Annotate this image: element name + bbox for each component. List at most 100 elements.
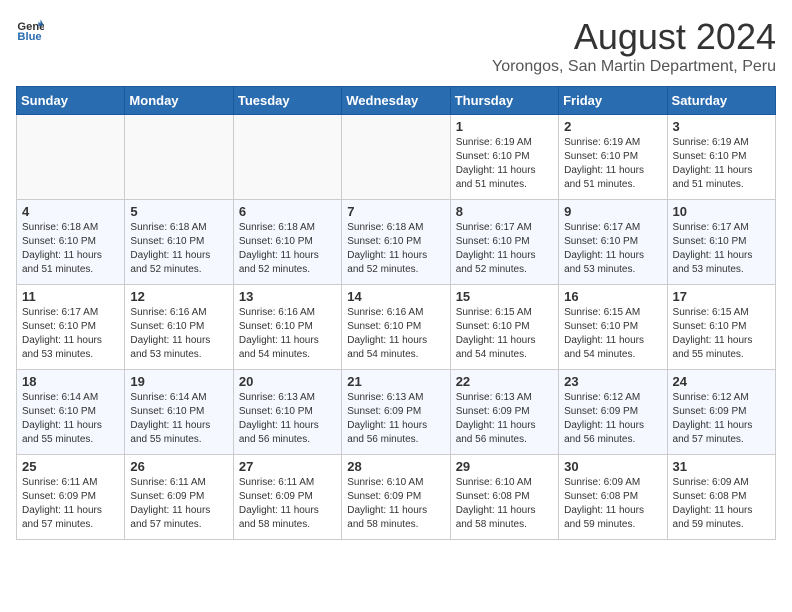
calendar-cell: 15 Sunrise: 6:15 AM Sunset: 6:10 PM Dayli… [450, 285, 558, 370]
day-header-monday: Monday [125, 87, 233, 115]
day-info: Sunrise: 6:11 AM Sunset: 6:09 PM Dayligh… [239, 476, 336, 532]
calendar-cell [125, 115, 233, 200]
day-number: 19 [130, 374, 227, 389]
day-info: Sunrise: 6:13 AM Sunset: 6:09 PM Dayligh… [456, 391, 553, 447]
day-number: 28 [347, 459, 444, 474]
day-info: Sunrise: 6:14 AM Sunset: 6:10 PM Dayligh… [130, 391, 227, 447]
day-number: 25 [22, 459, 119, 474]
day-info: Sunrise: 6:12 AM Sunset: 6:09 PM Dayligh… [673, 391, 770, 447]
day-number: 24 [673, 374, 770, 389]
day-number: 13 [239, 289, 336, 304]
calendar-cell: 25 Sunrise: 6:11 AM Sunset: 6:09 PM Dayli… [17, 455, 125, 540]
day-info: Sunrise: 6:16 AM Sunset: 6:10 PM Dayligh… [239, 306, 336, 362]
calendar-cell: 9 Sunrise: 6:17 AM Sunset: 6:10 PM Daylig… [559, 200, 667, 285]
calendar-week-1: 1 Sunrise: 6:19 AM Sunset: 6:10 PM Daylig… [17, 115, 776, 200]
day-info: Sunrise: 6:13 AM Sunset: 6:10 PM Dayligh… [239, 391, 336, 447]
header-row: SundayMondayTuesdayWednesdayThursdayFrid… [17, 87, 776, 115]
calendar-cell: 24 Sunrise: 6:12 AM Sunset: 6:09 PM Dayli… [667, 370, 775, 455]
day-header-friday: Friday [559, 87, 667, 115]
day-number: 21 [347, 374, 444, 389]
day-info: Sunrise: 6:19 AM Sunset: 6:10 PM Dayligh… [673, 136, 770, 192]
calendar-cell: 16 Sunrise: 6:15 AM Sunset: 6:10 PM Dayli… [559, 285, 667, 370]
day-info: Sunrise: 6:18 AM Sunset: 6:10 PM Dayligh… [22, 221, 119, 277]
day-number: 22 [456, 374, 553, 389]
day-info: Sunrise: 6:15 AM Sunset: 6:10 PM Dayligh… [673, 306, 770, 362]
day-number: 7 [347, 204, 444, 219]
day-number: 12 [130, 289, 227, 304]
calendar-header: SundayMondayTuesdayWednesdayThursdayFrid… [17, 87, 776, 115]
calendar-cell [233, 115, 341, 200]
day-info: Sunrise: 6:15 AM Sunset: 6:10 PM Dayligh… [456, 306, 553, 362]
day-number: 6 [239, 204, 336, 219]
calendar-cell: 11 Sunrise: 6:17 AM Sunset: 6:10 PM Dayli… [17, 285, 125, 370]
day-info: Sunrise: 6:14 AM Sunset: 6:10 PM Dayligh… [22, 391, 119, 447]
day-number: 8 [456, 204, 553, 219]
day-info: Sunrise: 6:16 AM Sunset: 6:10 PM Dayligh… [130, 306, 227, 362]
day-number: 30 [564, 459, 661, 474]
calendar-cell: 6 Sunrise: 6:18 AM Sunset: 6:10 PM Daylig… [233, 200, 341, 285]
calendar-cell: 21Sunrise: 6:13 AM Sunset: 6:09 PM Dayli… [342, 370, 450, 455]
day-number: 18 [22, 374, 119, 389]
day-number: 20 [239, 374, 336, 389]
calendar-cell: 2Sunrise: 6:19 AM Sunset: 6:10 PM Daylig… [559, 115, 667, 200]
day-info: Sunrise: 6:09 AM Sunset: 6:08 PM Dayligh… [564, 476, 661, 532]
calendar-cell: 10Sunrise: 6:17 AM Sunset: 6:10 PM Dayli… [667, 200, 775, 285]
day-number: 9 [564, 204, 661, 219]
day-info: Sunrise: 6:11 AM Sunset: 6:09 PM Dayligh… [22, 476, 119, 532]
day-number: 26 [130, 459, 227, 474]
calendar-cell: 20 Sunrise: 6:13 AM Sunset: 6:10 PM Dayli… [233, 370, 341, 455]
calendar-cell: 18 Sunrise: 6:14 AM Sunset: 6:10 PM Dayli… [17, 370, 125, 455]
calendar-cell: 14 Sunrise: 6:16 AM Sunset: 6:10 PM Dayli… [342, 285, 450, 370]
day-header-sunday: Sunday [17, 87, 125, 115]
day-info: Sunrise: 6:17 AM Sunset: 6:10 PM Dayligh… [22, 306, 119, 362]
calendar-cell: 19 Sunrise: 6:14 AM Sunset: 6:10 PM Dayli… [125, 370, 233, 455]
day-info: Sunrise: 6:18 AM Sunset: 6:10 PM Dayligh… [130, 221, 227, 277]
day-number: 14 [347, 289, 444, 304]
calendar-week-4: 18 Sunrise: 6:14 AM Sunset: 6:10 PM Dayli… [17, 370, 776, 455]
day-number: 1 [456, 119, 553, 134]
day-number: 15 [456, 289, 553, 304]
calendar-cell: 7 Sunrise: 6:18 AM Sunset: 6:10 PM Daylig… [342, 200, 450, 285]
calendar-cell: 31Sunrise: 6:09 AM Sunset: 6:08 PM Dayli… [667, 455, 775, 540]
day-info: Sunrise: 6:16 AM Sunset: 6:10 PM Dayligh… [347, 306, 444, 362]
calendar-cell: 13 Sunrise: 6:16 AM Sunset: 6:10 PM Dayli… [233, 285, 341, 370]
day-info: Sunrise: 6:10 AM Sunset: 6:08 PM Dayligh… [456, 476, 553, 532]
calendar-week-5: 25 Sunrise: 6:11 AM Sunset: 6:09 PM Dayli… [17, 455, 776, 540]
day-header-thursday: Thursday [450, 87, 558, 115]
calendar-cell: 17 Sunrise: 6:15 AM Sunset: 6:10 PM Dayli… [667, 285, 775, 370]
calendar-cell: 8Sunrise: 6:17 AM Sunset: 6:10 PM Daylig… [450, 200, 558, 285]
calendar-cell: 4Sunrise: 6:18 AM Sunset: 6:10 PM Daylig… [17, 200, 125, 285]
day-info: Sunrise: 6:15 AM Sunset: 6:10 PM Dayligh… [564, 306, 661, 362]
day-number: 27 [239, 459, 336, 474]
calendar-cell: 26Sunrise: 6:11 AM Sunset: 6:09 PM Dayli… [125, 455, 233, 540]
day-number: 29 [456, 459, 553, 474]
day-info: Sunrise: 6:17 AM Sunset: 6:10 PM Dayligh… [564, 221, 661, 277]
title-block: August 2024 Yorongos, San Martin Departm… [492, 16, 776, 76]
day-info: Sunrise: 6:12 AM Sunset: 6:09 PM Dayligh… [564, 391, 661, 447]
day-header-wednesday: Wednesday [342, 87, 450, 115]
svg-text:Blue: Blue [17, 31, 41, 43]
day-info: Sunrise: 6:10 AM Sunset: 6:09 PM Dayligh… [347, 476, 444, 532]
day-number: 23 [564, 374, 661, 389]
calendar-body: 1 Sunrise: 6:19 AM Sunset: 6:10 PM Daylig… [17, 115, 776, 540]
day-header-saturday: Saturday [667, 87, 775, 115]
calendar-week-3: 11 Sunrise: 6:17 AM Sunset: 6:10 PM Dayli… [17, 285, 776, 370]
day-number: 17 [673, 289, 770, 304]
day-info: Sunrise: 6:19 AM Sunset: 6:10 PM Dayligh… [564, 136, 661, 192]
day-number: 16 [564, 289, 661, 304]
calendar-cell: 29 Sunrise: 6:10 AM Sunset: 6:08 PM Dayli… [450, 455, 558, 540]
day-info: Sunrise: 6:19 AM Sunset: 6:10 PM Dayligh… [456, 136, 553, 192]
logo: General Blue [16, 16, 44, 44]
calendar-title: August 2024 [492, 16, 776, 58]
calendar-cell: 30 Sunrise: 6:09 AM Sunset: 6:08 PM Dayli… [559, 455, 667, 540]
day-number: 31 [673, 459, 770, 474]
day-number: 11 [22, 289, 119, 304]
day-number: 10 [673, 204, 770, 219]
calendar-cell: 3Sunrise: 6:19 AM Sunset: 6:10 PM Daylig… [667, 115, 775, 200]
day-info: Sunrise: 6:18 AM Sunset: 6:10 PM Dayligh… [239, 221, 336, 277]
day-info: Sunrise: 6:18 AM Sunset: 6:10 PM Dayligh… [347, 221, 444, 277]
day-number: 5 [130, 204, 227, 219]
calendar-cell [342, 115, 450, 200]
logo-icon: General Blue [16, 16, 44, 44]
calendar-cell [17, 115, 125, 200]
